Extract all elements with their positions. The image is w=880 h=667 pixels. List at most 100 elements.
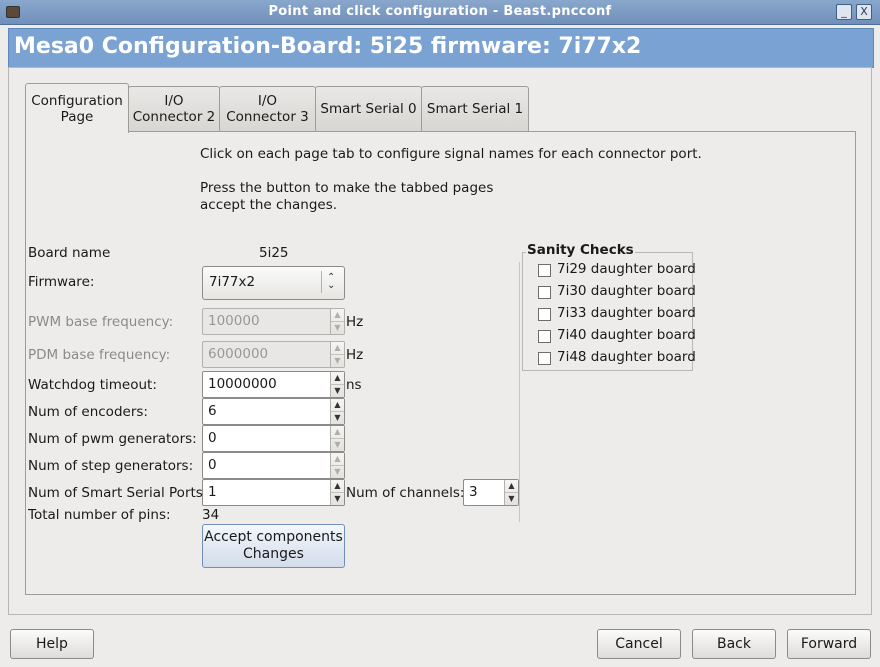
pdm-base-frequency-spinner[interactable]: 6000000 ▲ ▼	[202, 341, 345, 368]
chevron-updown-icon: ⌃ ⌄	[327, 272, 336, 291]
tab-label: Connector 3	[226, 109, 309, 125]
num-encoders-label: Num of encoders:	[28, 404, 148, 420]
spinner-arrows[interactable]: ▲ ▼	[330, 309, 344, 334]
tab-io-connector-3[interactable]: I/O Connector 3	[219, 86, 316, 131]
chevron-up-icon[interactable]: ▲	[331, 372, 344, 384]
tab-label: I/O	[257, 93, 278, 109]
spinner-value: 0	[208, 430, 217, 446]
firmware-label: Firmware:	[28, 274, 95, 290]
tab-configuration-page[interactable]: Configuration Page	[25, 83, 129, 133]
combo-separator	[321, 271, 322, 293]
chevron-up-icon[interactable]: ▲	[331, 453, 344, 465]
watchdog-timeout-label: Watchdog timeout:	[28, 377, 157, 393]
button-label: Forward	[800, 636, 858, 652]
vertical-divider	[519, 262, 520, 522]
button-label: Accept components	[204, 529, 343, 545]
num-encoders-spinner[interactable]: 6 ▲ ▼	[202, 398, 345, 425]
checkbox[interactable]	[538, 330, 551, 343]
tab-io-connector-2[interactable]: I/O Connector 2	[128, 86, 220, 131]
spinner-value: 6000000	[208, 346, 269, 362]
tab-smart-serial-0[interactable]: Smart Serial 0	[315, 86, 422, 131]
spinner-arrows[interactable]: ▲ ▼	[330, 426, 344, 451]
tab-label: Page	[60, 108, 94, 125]
sanity-item-7i48[interactable]: 7i48 daughter board	[557, 349, 696, 365]
checkbox[interactable]	[538, 286, 551, 299]
pwm-base-frequency-spinner[interactable]: 100000 ▲ ▼	[202, 308, 345, 335]
sanity-item-7i30[interactable]: 7i30 daughter board	[557, 283, 696, 299]
sanity-checks-title: Sanity Checks	[526, 242, 635, 258]
sanity-item-7i40[interactable]: 7i40 daughter board	[557, 327, 696, 343]
checkbox[interactable]	[538, 352, 551, 365]
chevron-down-icon[interactable]: ▼	[331, 465, 344, 478]
firmware-value: 7i77x2	[209, 274, 256, 290]
sanity-item-7i33[interactable]: 7i33 daughter board	[557, 305, 696, 321]
button-label: Back	[717, 636, 751, 652]
watchdog-unit: ns	[346, 377, 362, 393]
pwm-base-frequency-label: PWM base frequency:	[28, 314, 174, 330]
chevron-down-icon[interactable]: ▼	[331, 321, 344, 334]
spinner-arrows[interactable]: ▲ ▼	[330, 399, 344, 424]
total-pins-value: 34	[202, 507, 220, 523]
sanity-item-7i29[interactable]: 7i29 daughter board	[557, 261, 696, 277]
tab-label: Configuration	[31, 92, 123, 109]
page-title: Mesa0 Configuration-Board: 5i25 firmware…	[14, 34, 642, 59]
checkbox[interactable]	[538, 308, 551, 321]
pdm-base-frequency-label: PDM base frequency:	[28, 347, 171, 363]
spinner-value: 3	[469, 484, 478, 500]
chevron-up-icon[interactable]: ▲	[331, 399, 344, 411]
chevron-down-icon[interactable]: ▼	[331, 354, 344, 367]
spinner-value: 0	[208, 457, 217, 473]
title-bar[interactable]: Point and click configuration - Beast.pn…	[0, 0, 880, 25]
watchdog-timeout-spinner[interactable]: 10000000 ▲ ▼	[202, 371, 345, 398]
firmware-select[interactable]: 7i77x2 ⌃ ⌄	[202, 266, 345, 300]
pwm-unit: Hz	[346, 314, 364, 330]
button-label: Help	[36, 636, 68, 652]
chevron-down-icon[interactable]: ▼	[331, 384, 344, 397]
tab-label: Smart Serial 1	[426, 101, 524, 117]
chevron-up-icon[interactable]: ▲	[331, 309, 344, 321]
spinner-value: 1	[208, 484, 217, 500]
chevron-up-icon[interactable]: ▲	[505, 480, 518, 492]
tab-label: Connector 2	[132, 109, 216, 125]
chevron-down-icon[interactable]: ▼	[505, 492, 518, 505]
spinner-arrows[interactable]: ▲ ▼	[504, 480, 518, 505]
spinner-value: 6	[208, 403, 217, 419]
num-pwm-generators-label: Num of pwm generators:	[28, 431, 197, 447]
spinner-arrows[interactable]: ▲ ▼	[330, 453, 344, 478]
spinner-arrows[interactable]: ▲ ▼	[330, 372, 344, 397]
chevron-down-icon[interactable]: ▼	[331, 411, 344, 424]
spinner-arrows[interactable]: ▲ ▼	[330, 480, 344, 505]
accept-components-button[interactable]: Accept components Changes	[202, 524, 345, 568]
chevron-up-icon[interactable]: ▲	[331, 480, 344, 492]
tab-panel	[25, 131, 856, 595]
chevron-down-icon[interactable]: ▼	[331, 492, 344, 505]
close-icon[interactable]: X	[856, 4, 872, 20]
back-button[interactable]: Back	[692, 629, 776, 659]
help-button[interactable]: Help	[10, 629, 94, 659]
page-header: Mesa0 Configuration-Board: 5i25 firmware…	[8, 28, 874, 68]
chevron-up-icon[interactable]: ▲	[331, 342, 344, 354]
tab-label: I/O	[164, 93, 184, 109]
num-smart-serial-ports-label: Num of Smart Serial Ports:	[28, 485, 208, 501]
tab-smart-serial-1[interactable]: Smart Serial 1	[421, 86, 529, 131]
tab-label: Smart Serial 0	[320, 101, 417, 117]
spinner-value: 10000000	[208, 376, 277, 392]
num-step-generators-spinner[interactable]: 0 ▲ ▼	[202, 452, 345, 479]
button-label: Cancel	[615, 636, 663, 652]
num-channels-spinner[interactable]: 3 ▲ ▼	[463, 479, 519, 506]
forward-button[interactable]: Forward	[787, 629, 871, 659]
cancel-button[interactable]: Cancel	[597, 629, 681, 659]
chevron-up-icon[interactable]: ▲	[331, 426, 344, 438]
num-smart-serial-ports-spinner[interactable]: 1 ▲ ▼	[202, 479, 345, 506]
window-title: Point and click configuration - Beast.pn…	[268, 4, 612, 19]
spinner-arrows[interactable]: ▲ ▼	[330, 342, 344, 367]
minimize-icon[interactable]: _	[836, 4, 852, 20]
chevron-down-icon[interactable]: ▼	[331, 438, 344, 451]
button-label: Changes	[243, 546, 304, 562]
board-name-label: Board name	[28, 245, 111, 261]
num-pwm-generators-spinner[interactable]: 0 ▲ ▼	[202, 425, 345, 452]
instruction-text: Press the button to make the tabbed page…	[200, 180, 494, 196]
board-name-value: 5i25	[259, 245, 289, 261]
checkbox[interactable]	[538, 264, 551, 277]
num-channels-label: Num of channels:	[346, 485, 465, 501]
